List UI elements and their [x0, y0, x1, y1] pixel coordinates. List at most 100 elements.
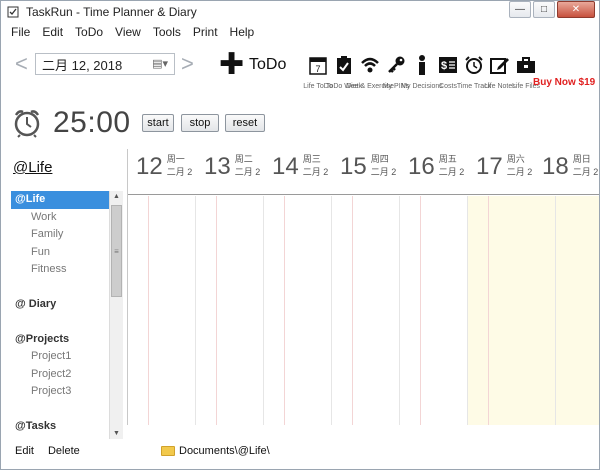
reset-button[interactable]: reset: [225, 114, 265, 132]
day-number: 12: [136, 153, 163, 180]
day-column[interactable]: [332, 196, 400, 425]
calendar-dropdown-icon[interactable]: ▤▾: [152, 57, 168, 70]
day-divider: [420, 196, 421, 425]
status-bar: Documents\@Life\: [161, 445, 270, 457]
day-meta: 周五 二月 2: [439, 153, 465, 179]
tree-item-family[interactable]: Family: [11, 226, 109, 244]
day-meta: 周四 二月 2: [371, 153, 397, 179]
menu-help[interactable]: Help: [224, 25, 261, 39]
day-column[interactable]: [128, 196, 196, 425]
tool-life-notes[interactable]: Life Notes: [484, 53, 516, 90]
menu-tools[interactable]: Tools: [147, 25, 187, 39]
date-picker[interactable]: 二月 12, 2018 ▤▾: [35, 53, 175, 75]
title-bar[interactable]: TaskRun - Time Planner & Diary — □ ✕: [1, 1, 599, 23]
day-number: 14: [272, 153, 299, 180]
day-meta: 周三 二月 2: [303, 153, 329, 179]
maximize-button[interactable]: □: [533, 1, 555, 18]
day-column[interactable]: [400, 196, 468, 425]
weekday-label: 周一: [166, 154, 185, 164]
scrollbar-thumb[interactable]: ≡: [111, 205, 122, 297]
start-button[interactable]: start: [142, 114, 174, 132]
buy-now-link[interactable]: Buy Now $19: [533, 77, 595, 88]
menu-edit[interactable]: Edit: [36, 25, 69, 39]
tool-icons: 7 Life ToDo ToDo Week Diet & Exercise My…: [303, 53, 541, 90]
day-column-weekend[interactable]: [468, 196, 556, 425]
day-divider: [352, 196, 353, 425]
month-label: 二月 2: [166, 167, 193, 177]
tool-my-decisions[interactable]: My Decisions: [401, 53, 443, 90]
month-label: 二月 2: [370, 167, 397, 177]
scroll-down-icon[interactable]: ▼: [113, 430, 120, 437]
day-meta: 周日 二月 2: [573, 153, 599, 179]
close-button[interactable]: ✕: [557, 1, 595, 18]
tool-diet-exercise[interactable]: Diet & Exercise: [346, 53, 394, 90]
svg-text:7: 7: [315, 64, 320, 74]
tree-item-fun[interactable]: Fun: [11, 244, 109, 262]
current-path[interactable]: Documents\@Life\: [179, 445, 270, 457]
day-divider: [284, 196, 285, 425]
edit-icon: [490, 53, 510, 77]
tool-time-track[interactable]: Time Track: [457, 53, 491, 90]
day-number: 18: [542, 153, 569, 180]
day-header[interactable]: 15 周四 二月 2: [340, 149, 396, 195]
scroll-up-icon[interactable]: ▲: [113, 193, 120, 200]
tree-item-project1[interactable]: Project1: [11, 348, 109, 366]
date-value: 二月 12, 2018: [42, 57, 123, 73]
person-icon: [412, 53, 432, 77]
tree-item-diary[interactable]: @ Diary: [11, 296, 109, 314]
menu-file[interactable]: File: [1, 25, 36, 39]
app-icon: [6, 5, 20, 19]
day-divider: [148, 196, 149, 425]
menu-view[interactable]: View: [109, 25, 147, 39]
day-column[interactable]: [264, 196, 332, 425]
tree-item-life[interactable]: @Life: [11, 191, 109, 209]
tree-item-work[interactable]: Work: [11, 209, 109, 227]
tool-costs[interactable]: $ Costs: [437, 53, 459, 90]
day-column-weekend[interactable]: [556, 196, 599, 425]
next-date-button[interactable]: >: [181, 53, 194, 75]
day-header[interactable]: 12 周一二月 2: [136, 149, 192, 195]
day-header[interactable]: 17 周六 二月 2: [476, 149, 532, 195]
app-window: TaskRun - Time Planner & Diary — □ ✕ Fil…: [0, 0, 600, 470]
toolbar: < 二月 12, 2018 ▤▾ > ✚ ToDo 7 Life ToDo To…: [1, 45, 599, 101]
window-controls: — □ ✕: [509, 1, 595, 18]
day-number: 15: [340, 153, 367, 180]
wifi-icon: [360, 53, 380, 77]
calendar-7-icon: 7: [308, 53, 328, 77]
tree-item-fitness[interactable]: Fitness: [11, 261, 109, 279]
plus-icon: ✚: [219, 48, 245, 81]
category-tree: @Life Work Family Fun Fitness @ Diary @P…: [11, 191, 109, 439]
window-title: TaskRun - Time Planner & Diary: [26, 5, 197, 19]
alarm-clock-icon: [464, 53, 484, 77]
month-label: 二月 2: [302, 167, 329, 177]
day-divider: [488, 196, 489, 425]
tree-item-project2[interactable]: Project2: [11, 366, 109, 384]
day-header[interactable]: 14 周三 二月 2: [272, 149, 328, 195]
month-label: 二月 2: [438, 167, 465, 177]
day-header[interactable]: 16 周五 二月 2: [408, 149, 464, 195]
alarm-clock-icon: [13, 108, 41, 138]
cost-icon: $: [438, 53, 458, 77]
tree-item-tasks[interactable]: @Tasks: [11, 418, 109, 436]
menu-todo[interactable]: ToDo: [69, 25, 109, 39]
tree-scrollbar[interactable]: ▲ ≡ ▼: [109, 191, 123, 439]
day-header[interactable]: 13 周二 二月 2: [204, 149, 260, 195]
minimize-button[interactable]: —: [509, 1, 531, 18]
tree-item-projects[interactable]: @Projects: [11, 331, 109, 349]
day-header[interactable]: 18 周日 二月 2: [542, 149, 598, 195]
prev-date-button[interactable]: <: [15, 53, 28, 75]
stop-button[interactable]: stop: [181, 114, 219, 132]
menu-print[interactable]: Print: [187, 25, 224, 39]
add-todo-button[interactable]: ✚ ToDo: [219, 48, 286, 81]
month-label: 二月 2: [234, 167, 261, 177]
svg-text:$: $: [441, 60, 447, 72]
weekday-label: 周二: [234, 154, 253, 164]
day-column[interactable]: [196, 196, 264, 425]
delete-button[interactable]: Delete: [48, 445, 80, 457]
weekday-label: 周六: [506, 154, 525, 164]
day-number: 16: [408, 153, 435, 180]
tree-item-project3[interactable]: Project3: [11, 383, 109, 401]
edit-button[interactable]: Edit: [15, 445, 34, 457]
